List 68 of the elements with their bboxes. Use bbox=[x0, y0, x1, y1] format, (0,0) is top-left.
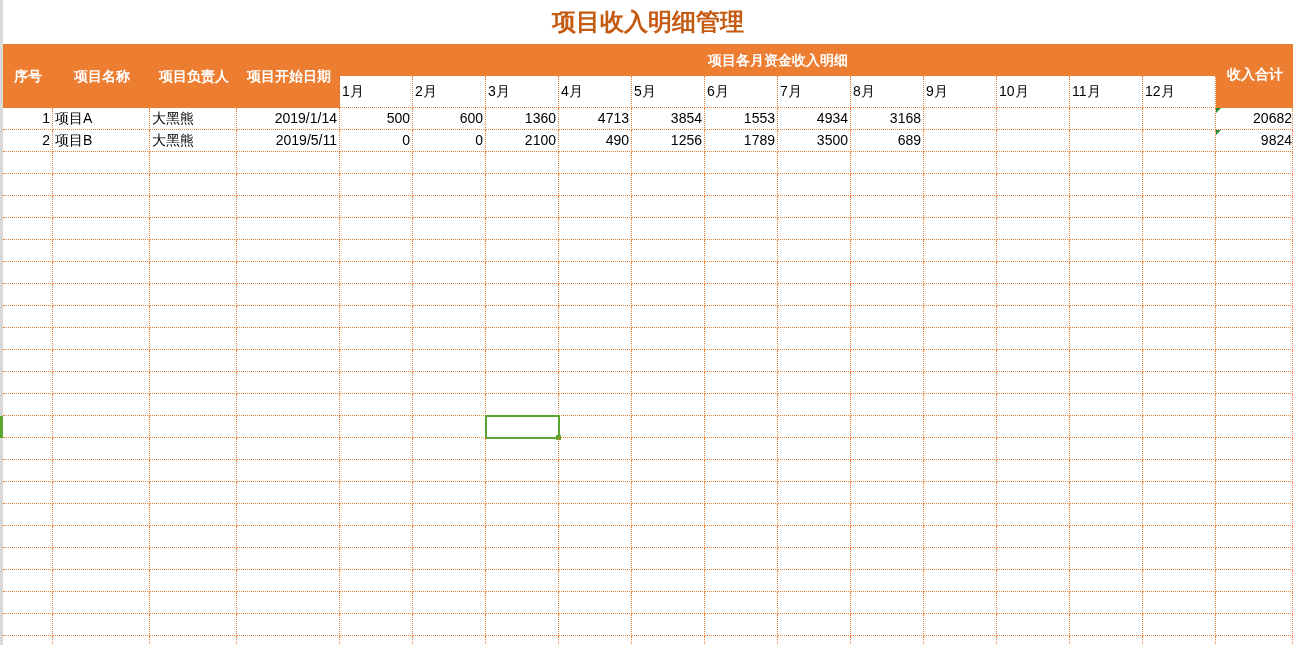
table-cell: 1 bbox=[3, 108, 53, 130]
table-cell: 500 bbox=[340, 108, 413, 130]
month-header: 6月 bbox=[705, 76, 778, 108]
column-header: 项目开始日期 bbox=[237, 44, 340, 108]
empty-cell bbox=[3, 218, 53, 240]
month-header: 7月 bbox=[778, 76, 851, 108]
table-cell: 1360 bbox=[486, 108, 559, 130]
column-header: 项目各月资金收入明细 bbox=[340, 44, 1216, 76]
empty-cell bbox=[3, 284, 53, 306]
table-cell: 4934 bbox=[778, 108, 851, 130]
column-header: 项目名称 bbox=[53, 44, 150, 108]
month-header: 9月 bbox=[924, 76, 997, 108]
table-cell: 600 bbox=[413, 108, 486, 130]
table-cell: 0 bbox=[340, 130, 413, 152]
table-cell: 4713 bbox=[559, 108, 632, 130]
month-header: 8月 bbox=[851, 76, 924, 108]
empty-cell bbox=[3, 372, 53, 394]
column-header: 收入合计 bbox=[1216, 44, 1293, 108]
table-cell: 0 bbox=[413, 130, 486, 152]
table-cell: 2019/1/14 bbox=[237, 108, 340, 130]
empty-cell bbox=[3, 394, 53, 416]
empty-cell bbox=[3, 570, 53, 592]
column-header: 序号 bbox=[3, 44, 53, 108]
table-cell: 2100 bbox=[486, 130, 559, 152]
empty-cell bbox=[3, 460, 53, 482]
table-cell: 3500 bbox=[778, 130, 851, 152]
table-cell: 689 bbox=[851, 130, 924, 152]
table-cell: 1553 bbox=[705, 108, 778, 130]
table-cell: 2019/5/11 bbox=[237, 130, 340, 152]
sheet-title: 项目收入明细管理 bbox=[552, 7, 744, 37]
empty-cell bbox=[3, 350, 53, 372]
empty-cell bbox=[3, 614, 53, 636]
column-header: 项目负责人 bbox=[150, 44, 237, 108]
empty-cell bbox=[3, 152, 53, 174]
table-cell: 3168 bbox=[851, 108, 924, 130]
empty-cell bbox=[3, 306, 53, 328]
table-cell: 3854 bbox=[632, 108, 705, 130]
empty-cell bbox=[3, 240, 53, 262]
empty-cell bbox=[3, 592, 53, 614]
month-header: 10月 bbox=[997, 76, 1070, 108]
table-cell: 项目B bbox=[53, 130, 150, 152]
table-cell-text: 9824 bbox=[1260, 131, 1292, 150]
month-header: 11月 bbox=[1070, 76, 1143, 108]
empty-cell bbox=[3, 482, 53, 504]
table-cell: 1789 bbox=[705, 130, 778, 152]
month-header: 2月 bbox=[413, 76, 486, 108]
table-cell: 大黑熊 bbox=[150, 108, 237, 130]
table-cell: 490 bbox=[559, 130, 632, 152]
empty-cell bbox=[3, 262, 53, 284]
month-header: 4月 bbox=[559, 76, 632, 108]
empty-cell bbox=[3, 196, 53, 218]
month-header: 5月 bbox=[632, 76, 705, 108]
table-cell: 项目A bbox=[53, 108, 150, 130]
empty-cell bbox=[3, 416, 53, 438]
empty-cell bbox=[3, 526, 53, 548]
table-cell: 2 bbox=[3, 130, 53, 152]
table-cell: 大黑熊 bbox=[150, 130, 237, 152]
month-header: 1月 bbox=[340, 76, 413, 108]
empty-cell bbox=[3, 504, 53, 526]
month-header: 3月 bbox=[486, 76, 559, 108]
empty-cell bbox=[3, 174, 53, 196]
empty-cell bbox=[3, 548, 53, 570]
table-cell: 1256 bbox=[632, 130, 705, 152]
month-header: 12月 bbox=[1143, 76, 1216, 108]
empty-cell bbox=[3, 438, 53, 460]
empty-cell bbox=[3, 328, 53, 350]
table-cell-text: 20682 bbox=[1253, 109, 1292, 128]
fill-handle[interactable] bbox=[556, 435, 561, 440]
